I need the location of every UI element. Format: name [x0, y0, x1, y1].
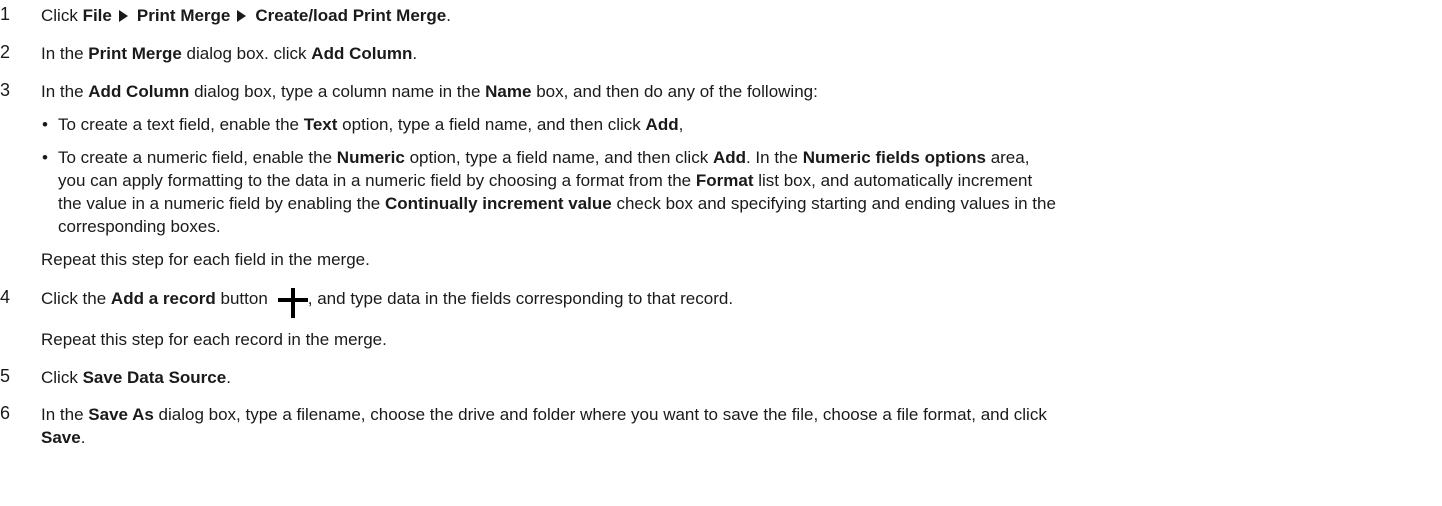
step-1-text: Click File Print Merge Create/load Print M… — [41, 6, 451, 25]
step-number: 5 — [0, 366, 11, 386]
step-5-text: Click Save Data Source. — [41, 368, 231, 387]
menu-arrow-icon — [118, 10, 128, 22]
procedure-document: 1 Click File Print Merge Create/load Print… — [0, 0, 1442, 506]
plus-icon — [277, 288, 308, 318]
bullet-numeric-field-line-4: corresponding boxes. — [58, 217, 221, 236]
step-6-text-line-2: Save. — [41, 428, 86, 447]
step-6-text-line-1: In the Save As dialog box, type a filena… — [41, 405, 1047, 424]
menu-print-merge: Print Merge — [136, 6, 231, 25]
step-4-text: Click the Add a record button, and type … — [41, 288, 733, 318]
bullet-numeric-field-line-1: To create a numeric field, enable the Nu… — [58, 148, 1030, 167]
step-number: 3 — [0, 80, 11, 100]
step-3-repeat-note: Repeat this step for each field in the m… — [41, 250, 370, 269]
step-3-text: In the Add Column dialog box, type a col… — [41, 82, 818, 101]
bullet-icon: • — [42, 115, 48, 134]
bullet-icon: • — [42, 148, 48, 167]
step-2-text: In the Print Merge dialog box. click Add… — [41, 44, 418, 63]
menu-create-load-print-merge: Create/load Print Merge — [255, 6, 447, 25]
bullet-numeric-field-line-2: you can apply formatting to the data in … — [58, 171, 1033, 190]
step-number: 4 — [0, 287, 11, 307]
step-number: 1 — [0, 4, 11, 24]
menu-arrow-icon — [237, 10, 247, 22]
bullet-text-field: To create a text field, enable the Text … — [58, 115, 684, 134]
step-number: 6 — [0, 403, 11, 423]
bullet-numeric-field-line-3: the value in a numeric field by enabling… — [58, 194, 1056, 213]
menu-file: File — [82, 6, 112, 25]
step-4-repeat-note: Repeat this step for each record in the … — [41, 330, 387, 349]
step-number: 2 — [0, 42, 11, 62]
